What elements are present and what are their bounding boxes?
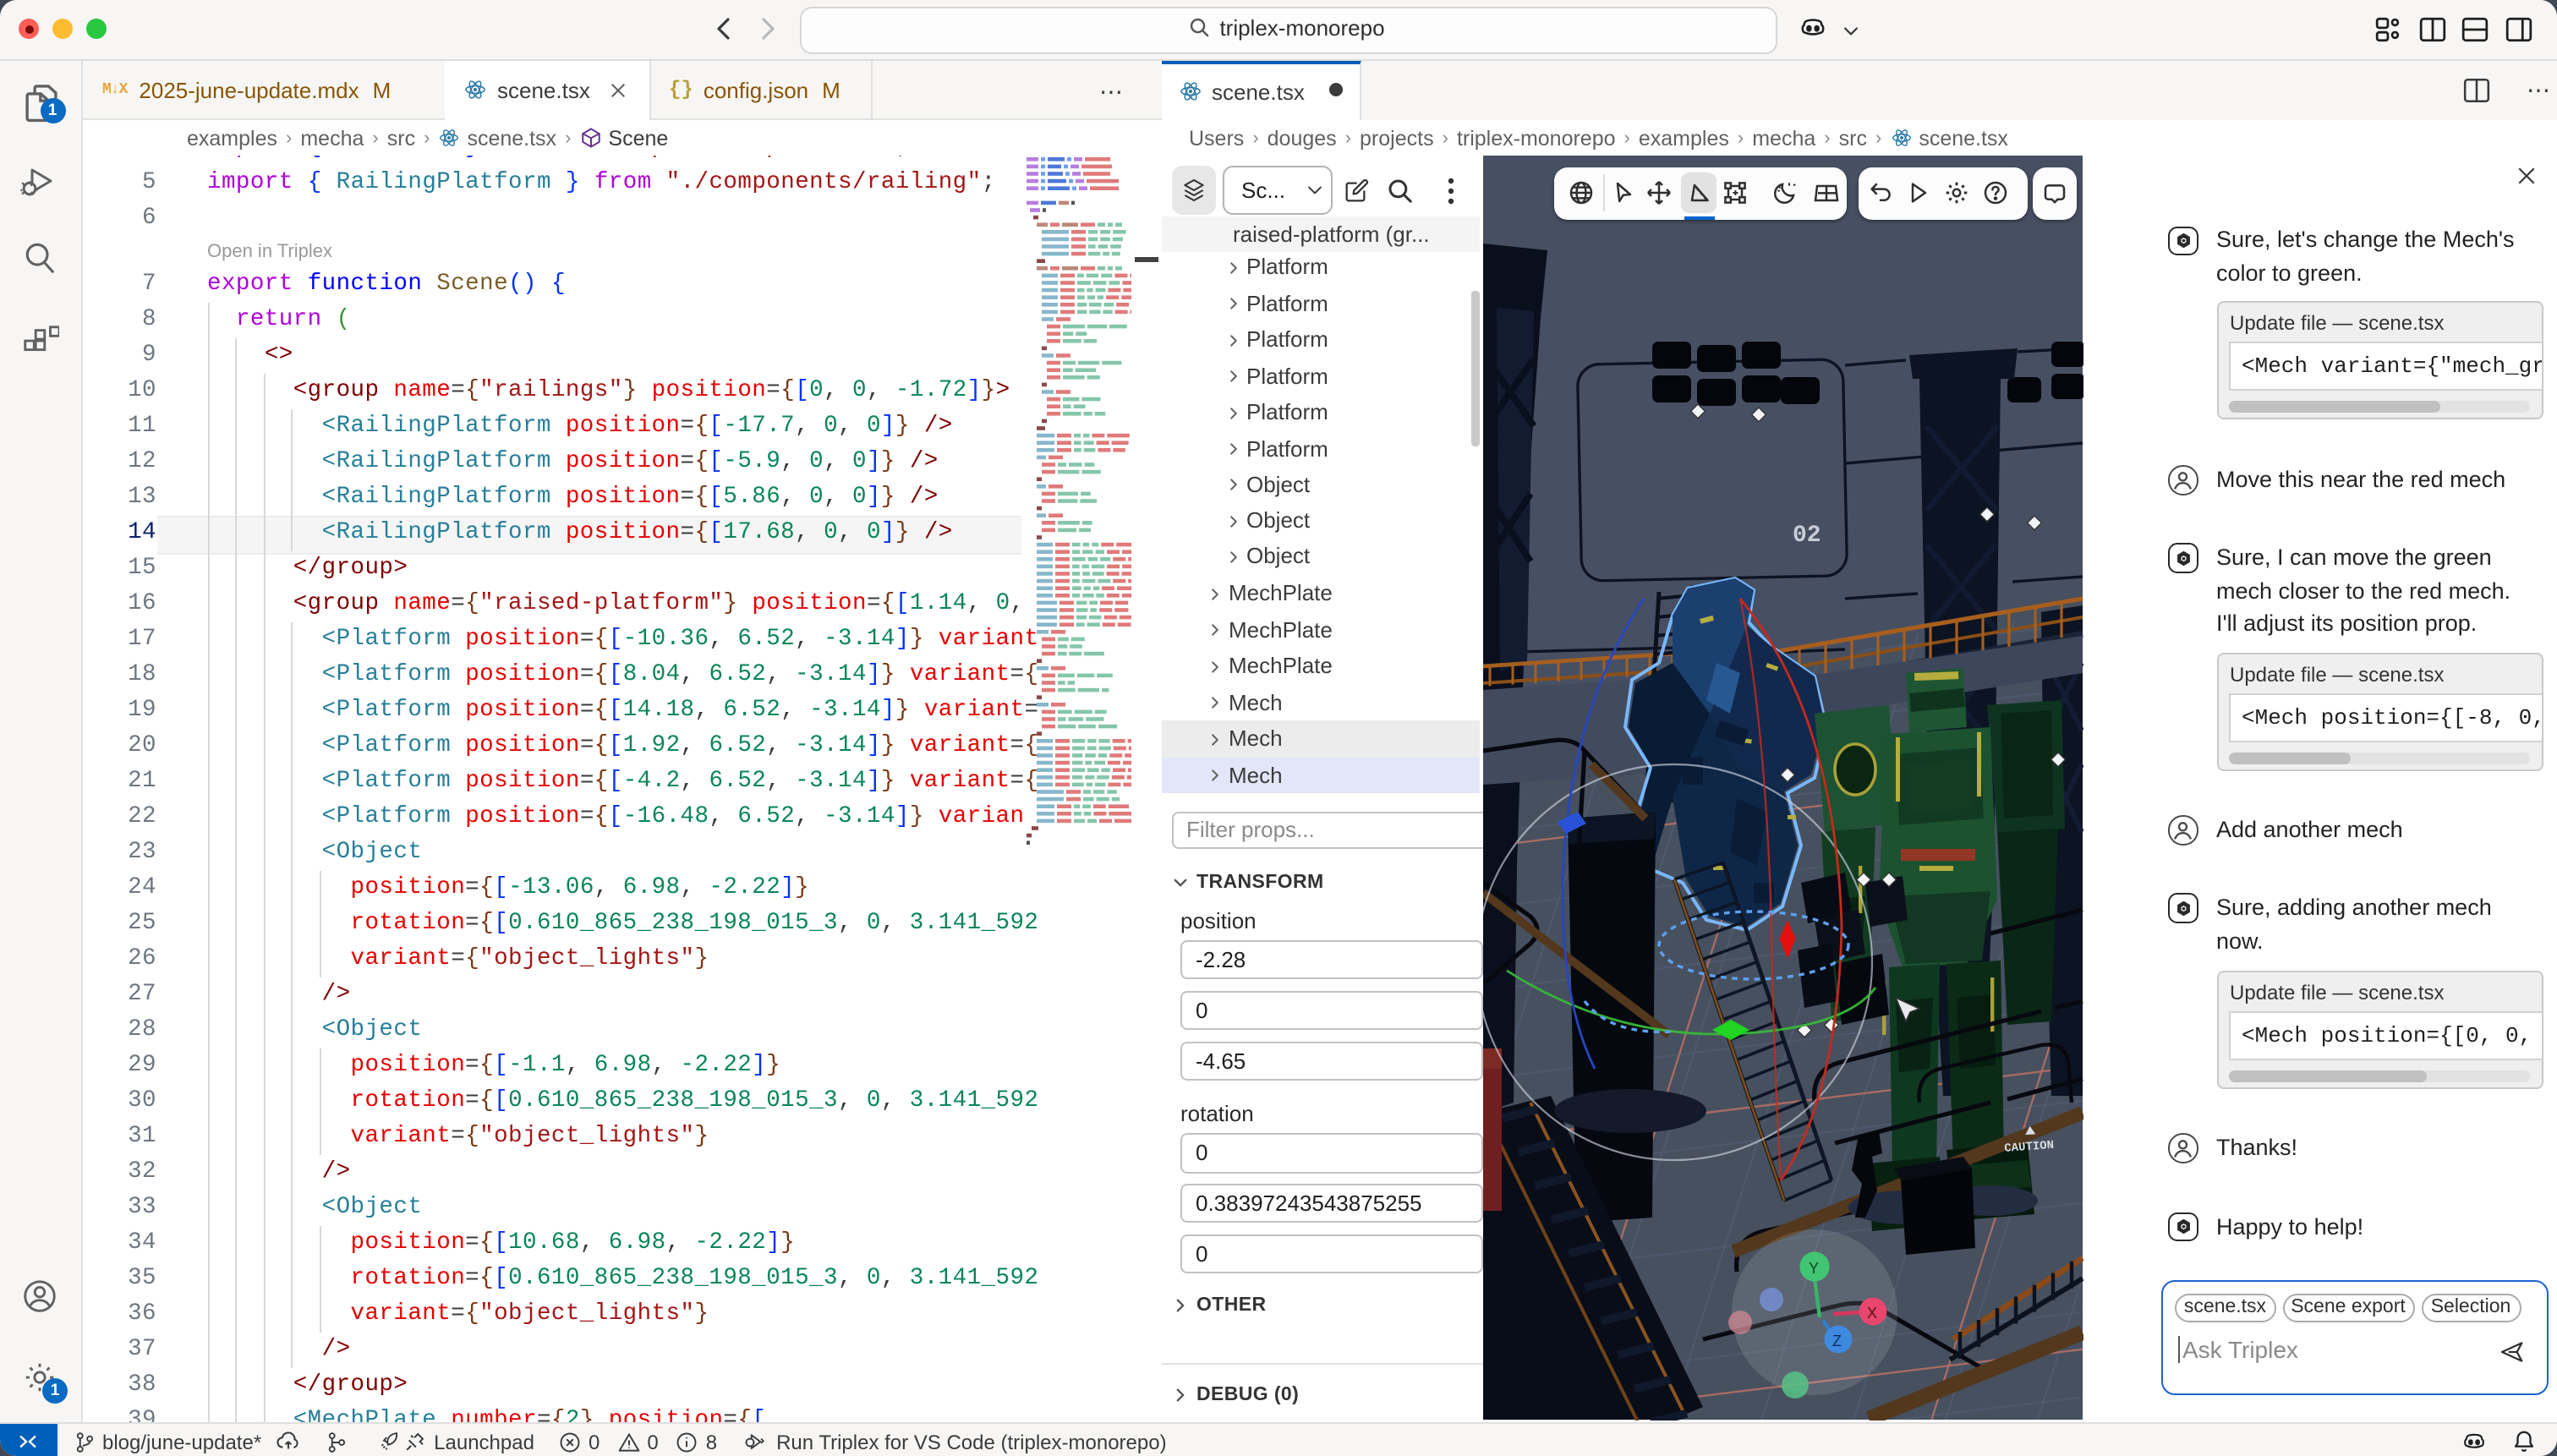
svg-text:02: 02 xyxy=(1793,523,1821,549)
svg-text:X: X xyxy=(1867,1305,1877,1322)
svg-text:Y: Y xyxy=(1809,1260,1819,1277)
svg-text:Z: Z xyxy=(1832,1333,1842,1349)
